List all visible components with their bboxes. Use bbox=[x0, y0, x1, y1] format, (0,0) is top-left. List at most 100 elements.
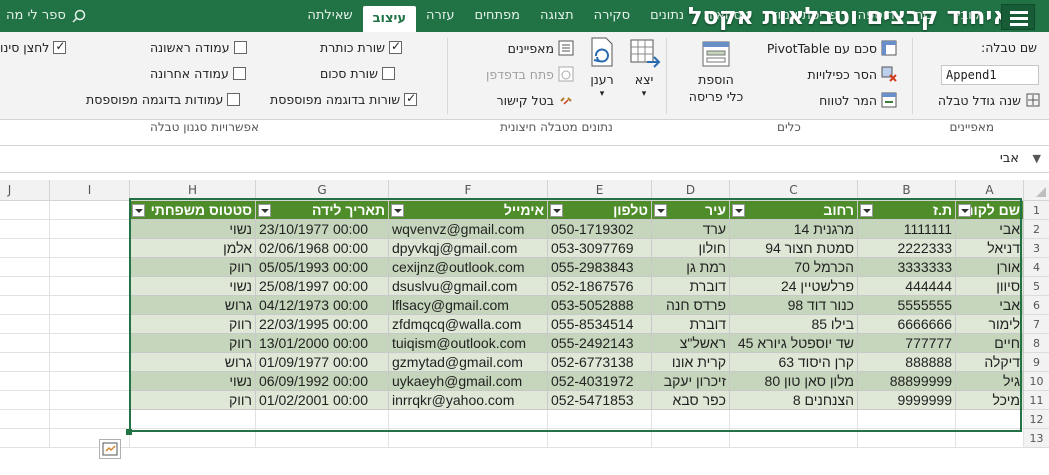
table-cell[interactable]: 88899999 bbox=[858, 372, 956, 391]
remove-duplicates-button[interactable]: הסר כפילויות bbox=[808, 66, 897, 82]
row-header[interactable]: 1 bbox=[1024, 201, 1049, 220]
unlink-button[interactable]: בטל קישור bbox=[497, 92, 574, 108]
empty-cell[interactable] bbox=[130, 429, 256, 448]
table-cell[interactable]: רווק bbox=[130, 334, 256, 353]
row-header[interactable]: 11 bbox=[1024, 391, 1049, 410]
empty-cell[interactable] bbox=[0, 429, 50, 448]
export-button[interactable]: יצא ▾ bbox=[624, 36, 664, 99]
table-cell[interactable]: פרדס חנה bbox=[652, 296, 730, 315]
empty-cell[interactable] bbox=[548, 410, 652, 429]
table-cell[interactable]: רווק bbox=[130, 391, 256, 410]
empty-cell[interactable] bbox=[0, 315, 50, 334]
row-header[interactable]: 2 bbox=[1024, 220, 1049, 239]
table-cell[interactable]: 050-1719302 bbox=[548, 220, 652, 239]
empty-cell[interactable] bbox=[0, 391, 50, 410]
table-cell[interactable]: 04/12/1973 00:00 bbox=[256, 296, 389, 315]
table-cell[interactable]: 05/05/1993 00:00 bbox=[256, 258, 389, 277]
column-header[interactable]: F bbox=[389, 180, 548, 201]
empty-cell[interactable] bbox=[50, 239, 130, 258]
table-cell[interactable]: uykaeyh@gmail.com bbox=[389, 372, 548, 391]
filter-button-checkbox[interactable] bbox=[53, 39, 67, 54]
tab-9[interactable]: עזרה bbox=[416, 0, 464, 32]
filter-dropdown-icon[interactable] bbox=[732, 204, 745, 217]
table-cell[interactable]: גרוש bbox=[130, 296, 256, 315]
chevron-down-icon[interactable]: ▼ bbox=[1033, 152, 1041, 165]
convert-to-range-button[interactable]: המר לטווח bbox=[819, 92, 897, 108]
tab-10[interactable]: עיצוב bbox=[362, 6, 416, 32]
empty-cell[interactable] bbox=[50, 277, 130, 296]
table-cell[interactable]: 888888 bbox=[858, 353, 956, 372]
filter-dropdown-icon[interactable] bbox=[258, 204, 271, 217]
first-column-checkbox[interactable] bbox=[233, 41, 247, 54]
empty-cell[interactable] bbox=[50, 296, 130, 315]
table-cell[interactable]: 06/09/1992 00:00 bbox=[256, 372, 389, 391]
empty-cell[interactable] bbox=[0, 296, 50, 315]
header-row-option[interactable]: שורת כותרת bbox=[320, 39, 403, 55]
column-header[interactable]: H bbox=[130, 180, 256, 201]
table-cell[interactable]: 5555555 bbox=[858, 296, 956, 315]
empty-cell[interactable] bbox=[956, 429, 1024, 448]
table-cell[interactable]: cexijnz@outlook.com bbox=[389, 258, 548, 277]
row-header[interactable]: 4 bbox=[1024, 258, 1049, 277]
table-cell[interactable]: 052-6773138 bbox=[548, 353, 652, 372]
table-cell[interactable]: רווק bbox=[130, 315, 256, 334]
table-cell[interactable]: 053-3097769 bbox=[548, 239, 652, 258]
open-in-browser-button[interactable]: פתח בדפדפן bbox=[486, 66, 574, 82]
refresh-button[interactable]: רענן ▾ bbox=[582, 36, 622, 99]
select-all-corner[interactable] bbox=[1024, 180, 1049, 201]
table-name-input[interactable] bbox=[941, 65, 1039, 85]
table-cell[interactable]: הצנחנים 8 bbox=[730, 391, 858, 410]
table-cell[interactable]: מיכל bbox=[956, 391, 1024, 410]
table-cell[interactable]: בילו 85 bbox=[730, 315, 858, 334]
column-header[interactable]: E bbox=[548, 180, 652, 201]
table-cell[interactable]: dpyvkqj@gmail.com bbox=[389, 239, 548, 258]
tab-7[interactable]: תצוגה bbox=[530, 0, 584, 32]
column-header[interactable]: D bbox=[652, 180, 730, 201]
table-cell[interactable]: קרית אונו bbox=[652, 353, 730, 372]
table-cell[interactable]: 055-8534514 bbox=[548, 315, 652, 334]
empty-cell[interactable] bbox=[50, 391, 130, 410]
table-cell[interactable]: ראשל"צ bbox=[652, 334, 730, 353]
table-cell[interactable]: חולון bbox=[652, 239, 730, 258]
empty-cell[interactable] bbox=[0, 353, 50, 372]
empty-cell[interactable] bbox=[0, 334, 50, 353]
row-header[interactable]: 10 bbox=[1024, 372, 1049, 391]
table-cell[interactable]: נשוי bbox=[130, 372, 256, 391]
empty-cell[interactable] bbox=[0, 201, 50, 220]
table-cell[interactable]: 052-1867576 bbox=[548, 277, 652, 296]
table-cell[interactable]: חיים bbox=[956, 334, 1024, 353]
table-cell[interactable]: ערד bbox=[652, 220, 730, 239]
table-cell[interactable]: זיכרון יעקב bbox=[652, 372, 730, 391]
table-cell[interactable]: מלון סאן טון 80 bbox=[730, 372, 858, 391]
banded-columns-option[interactable]: עמודות בדוגמה מפוספסת bbox=[86, 92, 241, 107]
column-header[interactable]: B bbox=[858, 180, 956, 201]
row-header[interactable]: 3 bbox=[1024, 239, 1049, 258]
table-cell[interactable]: אבי bbox=[956, 220, 1024, 239]
empty-cell[interactable] bbox=[652, 410, 730, 429]
table-cell[interactable]: רמת גן bbox=[652, 258, 730, 277]
empty-cell[interactable] bbox=[652, 429, 730, 448]
filter-dropdown-icon[interactable] bbox=[132, 204, 145, 217]
empty-cell[interactable] bbox=[858, 429, 956, 448]
table-cell[interactable]: סיוון bbox=[956, 277, 1024, 296]
last-column-checkbox[interactable] bbox=[232, 67, 246, 80]
insert-slicer-button[interactable]: הוספת כלי פריסה bbox=[686, 40, 746, 104]
table-cell[interactable]: כפר סבא bbox=[652, 391, 730, 410]
table-cell[interactable]: lflsacy@gmail.com bbox=[389, 296, 548, 315]
empty-cell[interactable] bbox=[50, 201, 130, 220]
table-header-cell[interactable]: שם לקוח bbox=[956, 201, 1024, 220]
empty-cell[interactable] bbox=[389, 429, 548, 448]
table-cell[interactable]: zfdmqcq@walla.com bbox=[389, 315, 548, 334]
table-cell[interactable]: רווק bbox=[130, 258, 256, 277]
quick-analysis-icon[interactable] bbox=[99, 439, 121, 459]
table-header-cell[interactable]: תאריך לידה bbox=[256, 201, 389, 220]
row-header[interactable]: 8 bbox=[1024, 334, 1049, 353]
table-cell[interactable]: דיקלה bbox=[956, 353, 1024, 372]
empty-cell[interactable] bbox=[956, 410, 1024, 429]
table-cell[interactable]: גיל bbox=[956, 372, 1024, 391]
tell-me-box[interactable]: ספר לי מה bbox=[6, 0, 86, 32]
empty-cell[interactable] bbox=[50, 353, 130, 372]
menu-icon[interactable] bbox=[1001, 4, 1035, 30]
empty-cell[interactable] bbox=[730, 410, 858, 429]
empty-cell[interactable] bbox=[256, 410, 389, 429]
